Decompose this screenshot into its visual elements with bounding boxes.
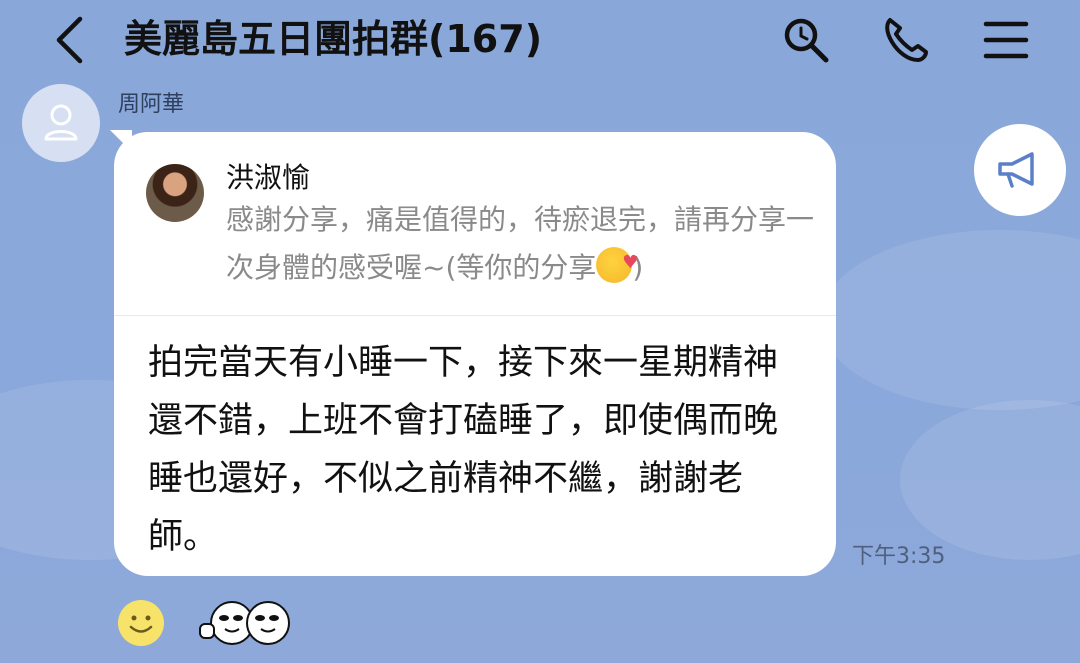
- smile-icon[interactable]: [117, 599, 165, 647]
- announcement-button[interactable]: [974, 124, 1066, 216]
- sender-avatar[interactable]: [22, 84, 100, 162]
- message-bubble[interactable]: 洪淑愉 感謝分享，痛是值得的，待瘀退完，請再分享一次身體的感受喔~(等你的分享)…: [114, 132, 836, 576]
- reply-divider: [114, 315, 836, 316]
- message-time: 下午3:35: [852, 544, 946, 569]
- user-icon: [44, 104, 78, 141]
- reply-quote[interactable]: 感謝分享，痛是值得的，待瘀退完，請再分享一次身體的感受喔~(等你的分享): [226, 196, 816, 292]
- sender-name: 周阿華: [118, 92, 185, 117]
- reply-quote-text: 感謝分享，痛是值得的，待瘀退完，請再分享一次身體的感受喔~(等你的分享: [226, 203, 815, 284]
- megaphone-icon: [998, 152, 1034, 188]
- phone-icon[interactable]: [880, 14, 932, 66]
- reply-avatar: [146, 164, 204, 222]
- smiling-face-with-hearts-icon: [596, 239, 638, 287]
- thumbs-up-sticker[interactable]: [198, 596, 294, 650]
- chat-header: 美麗島五日團拍群(167): [0, 0, 1080, 80]
- menu-icon[interactable]: [980, 14, 1032, 66]
- chat-title: 美麗島五日團拍群(167): [124, 17, 543, 61]
- back-chevron-icon[interactable]: [46, 14, 92, 66]
- search-icon[interactable]: [780, 14, 832, 66]
- message-text: 拍完當天有小睡一下，接下來一星期精神還不錯，上班不會打磕睡了，即使偶而晚睡也還好…: [148, 343, 779, 557]
- reply-sender-name: 洪淑愉: [226, 161, 311, 194]
